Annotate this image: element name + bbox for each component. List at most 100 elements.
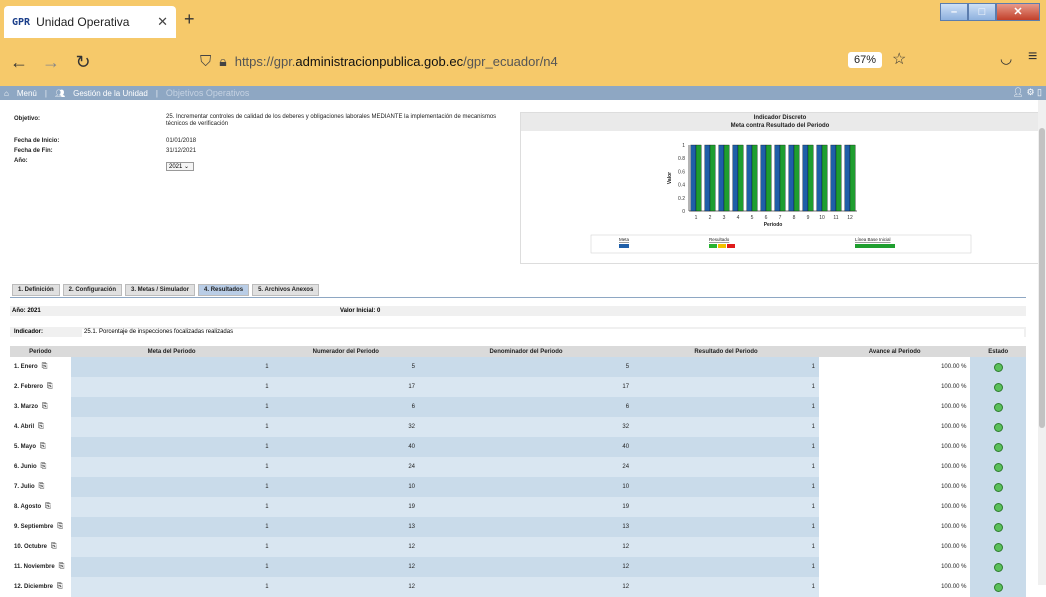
gpr-favicon-icon: GPR [12, 16, 31, 28]
legend-green-swatch [709, 244, 717, 248]
meta-cell: 1 [70, 457, 273, 477]
new-tab-plus-icon[interactable]: + [184, 9, 195, 30]
anio-select-value: 2021 [169, 164, 183, 170]
indicador-label: Indicador: [14, 329, 44, 335]
reload-icon[interactable]: ↻ [70, 52, 96, 73]
denominador-cell: 12 [419, 557, 634, 577]
page-scrollbar[interactable] [1038, 100, 1046, 585]
clipboard-icon[interactable]: ⎘ [39, 483, 45, 490]
status-dot-icon [993, 522, 1003, 532]
clipboard-icon[interactable]: ⎘ [45, 503, 51, 510]
tab-metas[interactable]: 3. Metas / Simulador [125, 284, 196, 296]
clipboard-icon[interactable]: ⎘ [42, 403, 48, 410]
shield-icon[interactable]: ⛉ [200, 53, 211, 70]
bar-resultado [849, 144, 856, 212]
resultado-cell: 1 [633, 397, 819, 417]
anio-select[interactable]: 2021 ⌄ [166, 162, 194, 171]
denominador-cell: 6 [419, 397, 634, 417]
document-icon[interactable]: ▯ [1037, 87, 1042, 97]
objetivo-label: Objetivo: [14, 116, 41, 122]
clipboard-icon[interactable]: ⎘ [42, 363, 48, 370]
tab-definicion[interactable]: 1. Definición [12, 284, 60, 296]
periodo-cell: 2. Febrero ⎘ [10, 377, 71, 397]
zoom-level[interactable]: 67% [848, 52, 883, 68]
clipboard-icon[interactable]: ⎘ [38, 423, 44, 430]
lock-icon[interactable]: 🔒︎ [219, 53, 226, 70]
table-row: 9. Septiembre ⎘ 1 13 13 1 100.00 % [10, 517, 1026, 537]
clipboard-icon[interactable]: ⎘ [47, 383, 53, 390]
objetivo-value: 25. Incrementar controles de calidad de … [166, 114, 497, 127]
legend-meta-swatch [619, 244, 629, 248]
estado-cell [970, 437, 1026, 457]
x-tick-label: 4 [737, 215, 740, 221]
x-tick-label: 1 [695, 215, 698, 221]
y-axis-label: Valor [667, 172, 673, 184]
numerador-cell: 6 [272, 397, 420, 417]
tab-configuracion[interactable]: 2. Configuración [62, 284, 123, 296]
browser-tab[interactable]: GPR Unidad Operativa ✕ [4, 6, 176, 38]
tab-title: Unidad Operativa [36, 15, 130, 29]
app-toolbar-icons: 👤︎ ⚙ ▯ [1013, 87, 1043, 98]
scrollbar-thumb[interactable] [1039, 128, 1045, 428]
x-tick-label: 9 [807, 215, 810, 221]
gestion-link[interactable]: Gestión de la Unidad [73, 89, 148, 98]
bar-meta [844, 144, 851, 212]
user-icon[interactable]: 👤︎ [1013, 87, 1024, 97]
indicador-strip: Indicador: 25.1. Porcentaje de inspeccio… [10, 327, 1026, 337]
y-tick-label: 0 [682, 209, 685, 215]
clipboard-icon[interactable]: ⎘ [51, 543, 57, 550]
clipboard-icon[interactable]: ⎘ [59, 563, 65, 570]
periodo-text: 6. Junio [14, 464, 37, 470]
forward-arrow-icon[interactable]: → [38, 52, 64, 73]
avance-cell: 100.00 % [818, 397, 971, 417]
col-denominador: Denominador del Periodo [419, 346, 634, 357]
objetivos-link[interactable]: Objetivos Operativos [166, 88, 250, 98]
url-bar[interactable]: ⛉ 🔒︎ https://gpr. administracionpublica.… [200, 46, 920, 76]
x-tick-label: 2 [709, 215, 712, 221]
minimize-icon[interactable]: – [940, 3, 968, 21]
close-tab-icon[interactable]: ✕ [157, 14, 168, 30]
y-tick-label: 0.8 [678, 156, 685, 162]
menu-link[interactable]: Menú [17, 89, 37, 98]
url-host: administracionpublica.gob.ec [295, 53, 464, 69]
clipboard-icon[interactable]: ⎘ [41, 463, 47, 470]
numerador-cell: 24 [272, 457, 420, 477]
legend-linea-base: Línea Base Inicial [855, 237, 891, 242]
avance-cell: 100.00 % [818, 517, 971, 537]
estado-cell [970, 497, 1026, 517]
gear-icon[interactable]: ⚙ [1026, 87, 1034, 97]
periodo-text: 8. Agosto [14, 504, 42, 510]
summary-strip: Año: 2021 Valor Inicial: 0 [10, 306, 1026, 316]
x-axis-label: Periodo [764, 222, 783, 228]
tab-archivos[interactable]: 5. Archivos Anexos [252, 284, 320, 296]
periodo-text: 3. Marzo [14, 404, 39, 410]
numerador-cell: 12 [272, 537, 420, 557]
denominador-cell: 13 [419, 517, 634, 537]
bar-meta [830, 144, 837, 212]
clipboard-icon[interactable]: ⎘ [57, 583, 63, 590]
tab-resultados[interactable]: 4. Resultados [198, 284, 250, 296]
meta-cell: 1 [70, 577, 273, 597]
anio-summary: Año: 2021 [12, 308, 41, 314]
meta-cell: 1 [70, 357, 273, 377]
estado-cell [970, 377, 1026, 397]
hamburger-menu-icon[interactable]: ≡ [1028, 48, 1037, 66]
bookmark-star-icon[interactable]: ☆ [892, 49, 906, 69]
maximize-icon[interactable]: □ [968, 3, 996, 21]
bar-resultado [765, 144, 772, 212]
resultado-cell: 1 [633, 377, 819, 397]
status-dot-icon [993, 362, 1003, 372]
clipboard-icon[interactable]: ⎘ [40, 443, 46, 450]
legend-meta: Meta [619, 237, 630, 242]
clipboard-icon[interactable]: ⎘ [57, 523, 63, 530]
periodo-text: 11. Noviembre [14, 564, 55, 570]
pocket-icon[interactable]: ◡ [1000, 50, 1012, 67]
periodo-text: 5. Mayo [14, 444, 37, 450]
y-tick-label: 0.2 [678, 196, 685, 202]
denominador-cell: 24 [419, 457, 634, 477]
back-arrow-icon[interactable]: ← [6, 52, 32, 73]
bar-resultado [737, 144, 744, 212]
bar-meta [732, 144, 739, 212]
numerador-cell: 5 [272, 357, 420, 377]
close-window-icon[interactable]: ✕ [996, 3, 1040, 21]
